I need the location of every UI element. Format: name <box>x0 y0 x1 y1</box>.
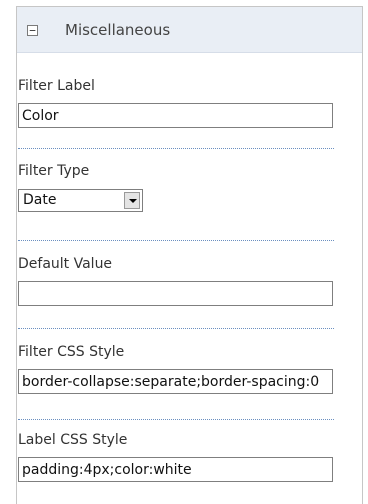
filter-css-style-input[interactable] <box>18 369 333 394</box>
filter-label-label: Filter Label <box>18 78 95 94</box>
divider <box>18 240 334 241</box>
default-value-input[interactable] <box>18 281 333 306</box>
collapse-glyph: − <box>29 24 36 37</box>
label-css-style-input[interactable] <box>18 457 333 482</box>
label-css-style-label: Label CSS Style <box>18 432 128 448</box>
divider <box>18 419 334 420</box>
chevron-down-icon[interactable] <box>124 192 140 209</box>
filter-type-field: Filter Type Date <box>18 161 334 212</box>
default-value-field: Default Value <box>18 254 334 306</box>
section-header[interactable]: − Miscellaneous <box>17 7 362 53</box>
filter-type-selected-value: Date <box>23 192 57 208</box>
filter-label-field: Filter Label <box>18 76 334 128</box>
collapse-icon[interactable]: − <box>27 25 38 36</box>
divider <box>18 328 334 329</box>
filter-label-input[interactable] <box>18 103 333 128</box>
filter-css-style-field: Filter CSS Style <box>18 342 334 394</box>
label-css-style-field: Label CSS Style <box>18 430 334 482</box>
default-value-label: Default Value <box>18 256 113 272</box>
filter-type-label: Filter Type <box>18 163 90 179</box>
filter-css-style-label: Filter CSS Style <box>18 344 125 360</box>
divider <box>18 148 334 149</box>
section-title[interactable]: Miscellaneous <box>65 21 170 39</box>
filter-type-select[interactable]: Date <box>18 189 143 212</box>
